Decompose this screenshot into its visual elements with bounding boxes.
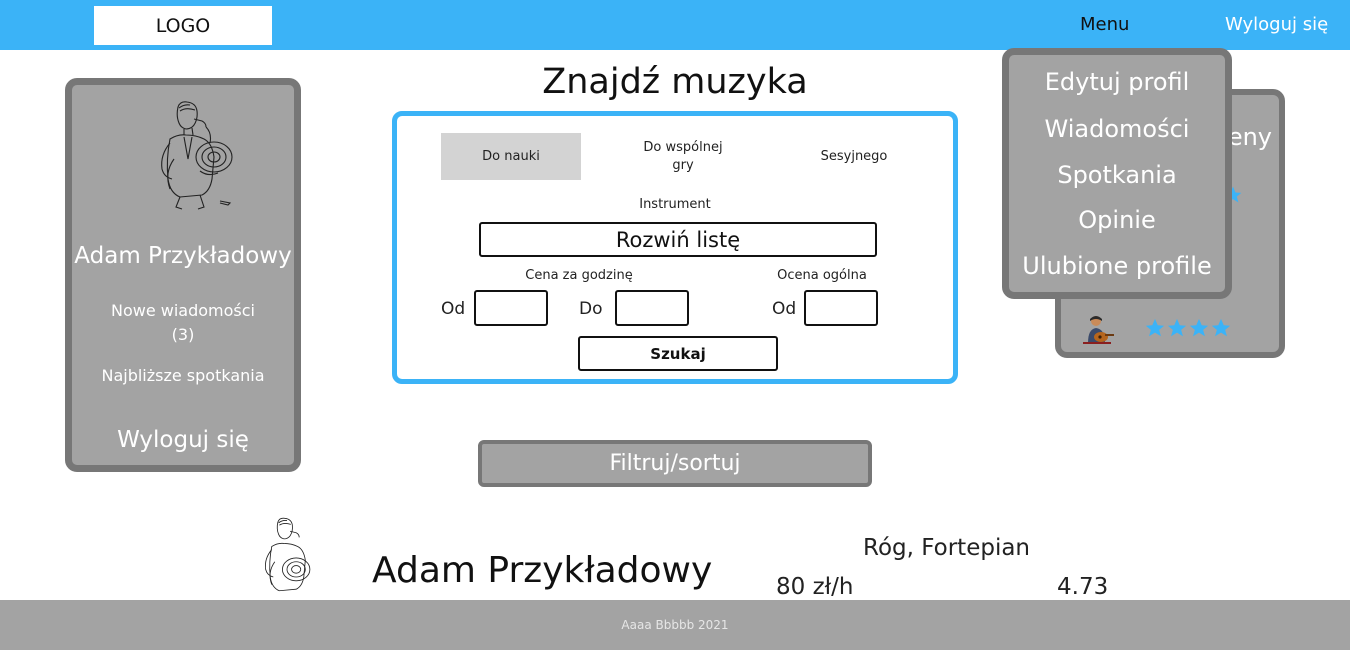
page-title: Znajdź muzyka — [542, 62, 808, 102]
profile-card: Adam Przykładowy Nowe wiadomości (3) Naj… — [65, 78, 301, 472]
star-icon — [1167, 318, 1187, 337]
footer: Aaaa Bbbbb 2021 — [0, 600, 1350, 650]
horn-player-icon — [161, 101, 233, 210]
result-instruments: Róg, Fortepian — [863, 535, 1031, 561]
menu-item-reviews[interactable]: Opinie — [1009, 206, 1225, 234]
top-bar: LOGO Menu Wyloguj się — [0, 0, 1350, 50]
new-messages-label: Nowe wiadomości — [110, 301, 255, 320]
price-from-input[interactable] — [474, 290, 548, 326]
instrument-label: Instrument — [639, 197, 711, 212]
logout-link[interactable]: Wyloguj się — [1225, 14, 1328, 35]
new-messages-count: (3) — [171, 325, 195, 344]
rating-label: Ocena ogólna — [777, 268, 867, 283]
result-price: 80 zł/h — [776, 574, 854, 600]
instrument-dropdown[interactable]: Rozwiń listę — [479, 222, 877, 257]
star-icon — [1145, 318, 1165, 337]
price-to-label: Do — [579, 299, 603, 319]
rating-from-label: Od — [772, 299, 797, 319]
star-icon — [1211, 318, 1231, 337]
search-button[interactable]: Szukaj — [578, 336, 778, 371]
tab-session[interactable]: Sesyjnego — [784, 133, 924, 180]
menu-item-edit-profile[interactable]: Edytuj profil — [1009, 68, 1225, 96]
filter-sort-button[interactable]: Filtruj/sortuj — [478, 440, 872, 487]
price-from-label: Od — [441, 299, 466, 319]
result-name[interactable]: Adam Przykładowy — [372, 550, 712, 591]
logo[interactable]: LOGO — [94, 6, 272, 45]
card-logout-link[interactable]: Wyloguj się — [72, 427, 294, 453]
guitarist-icon — [1083, 316, 1114, 344]
rating-from-input[interactable] — [804, 290, 878, 326]
menu-item-favorites[interactable]: Ulubione profile — [1009, 252, 1225, 280]
upcoming-meetings-link[interactable]: Najbliższe spotkania — [72, 366, 294, 385]
price-label: Cena za godzinę — [525, 268, 633, 283]
menu-link[interactable]: Menu — [1080, 14, 1129, 35]
menu-item-meetings[interactable]: Spotkania — [1009, 161, 1225, 189]
profile-name: Adam Przykładowy — [74, 243, 292, 269]
menu-dropdown: Edytuj profil Wiadomości Spotkania Opini… — [1002, 48, 1232, 299]
result-rating: 4.73 — [1057, 574, 1109, 600]
tab-jam[interactable]: Do wspólnej gry — [613, 133, 753, 180]
star-icon — [1189, 318, 1209, 337]
tab-jam-label: Do wspólnej gry — [643, 139, 723, 173]
price-to-input[interactable] — [615, 290, 689, 326]
search-panel: Do nauki Do wspólnej gry Sesyjnego Instr… — [392, 111, 958, 384]
menu-item-messages[interactable]: Wiadomości — [1009, 115, 1225, 143]
tab-learning[interactable]: Do nauki — [441, 133, 581, 180]
horn-player-icon — [264, 517, 311, 592]
review-stars — [1144, 317, 1232, 339]
new-messages-link[interactable]: Nowe wiadomości (3) — [72, 299, 294, 347]
page: LOGO Menu Wyloguj się Adam Przykładowy N… — [0, 0, 1350, 650]
